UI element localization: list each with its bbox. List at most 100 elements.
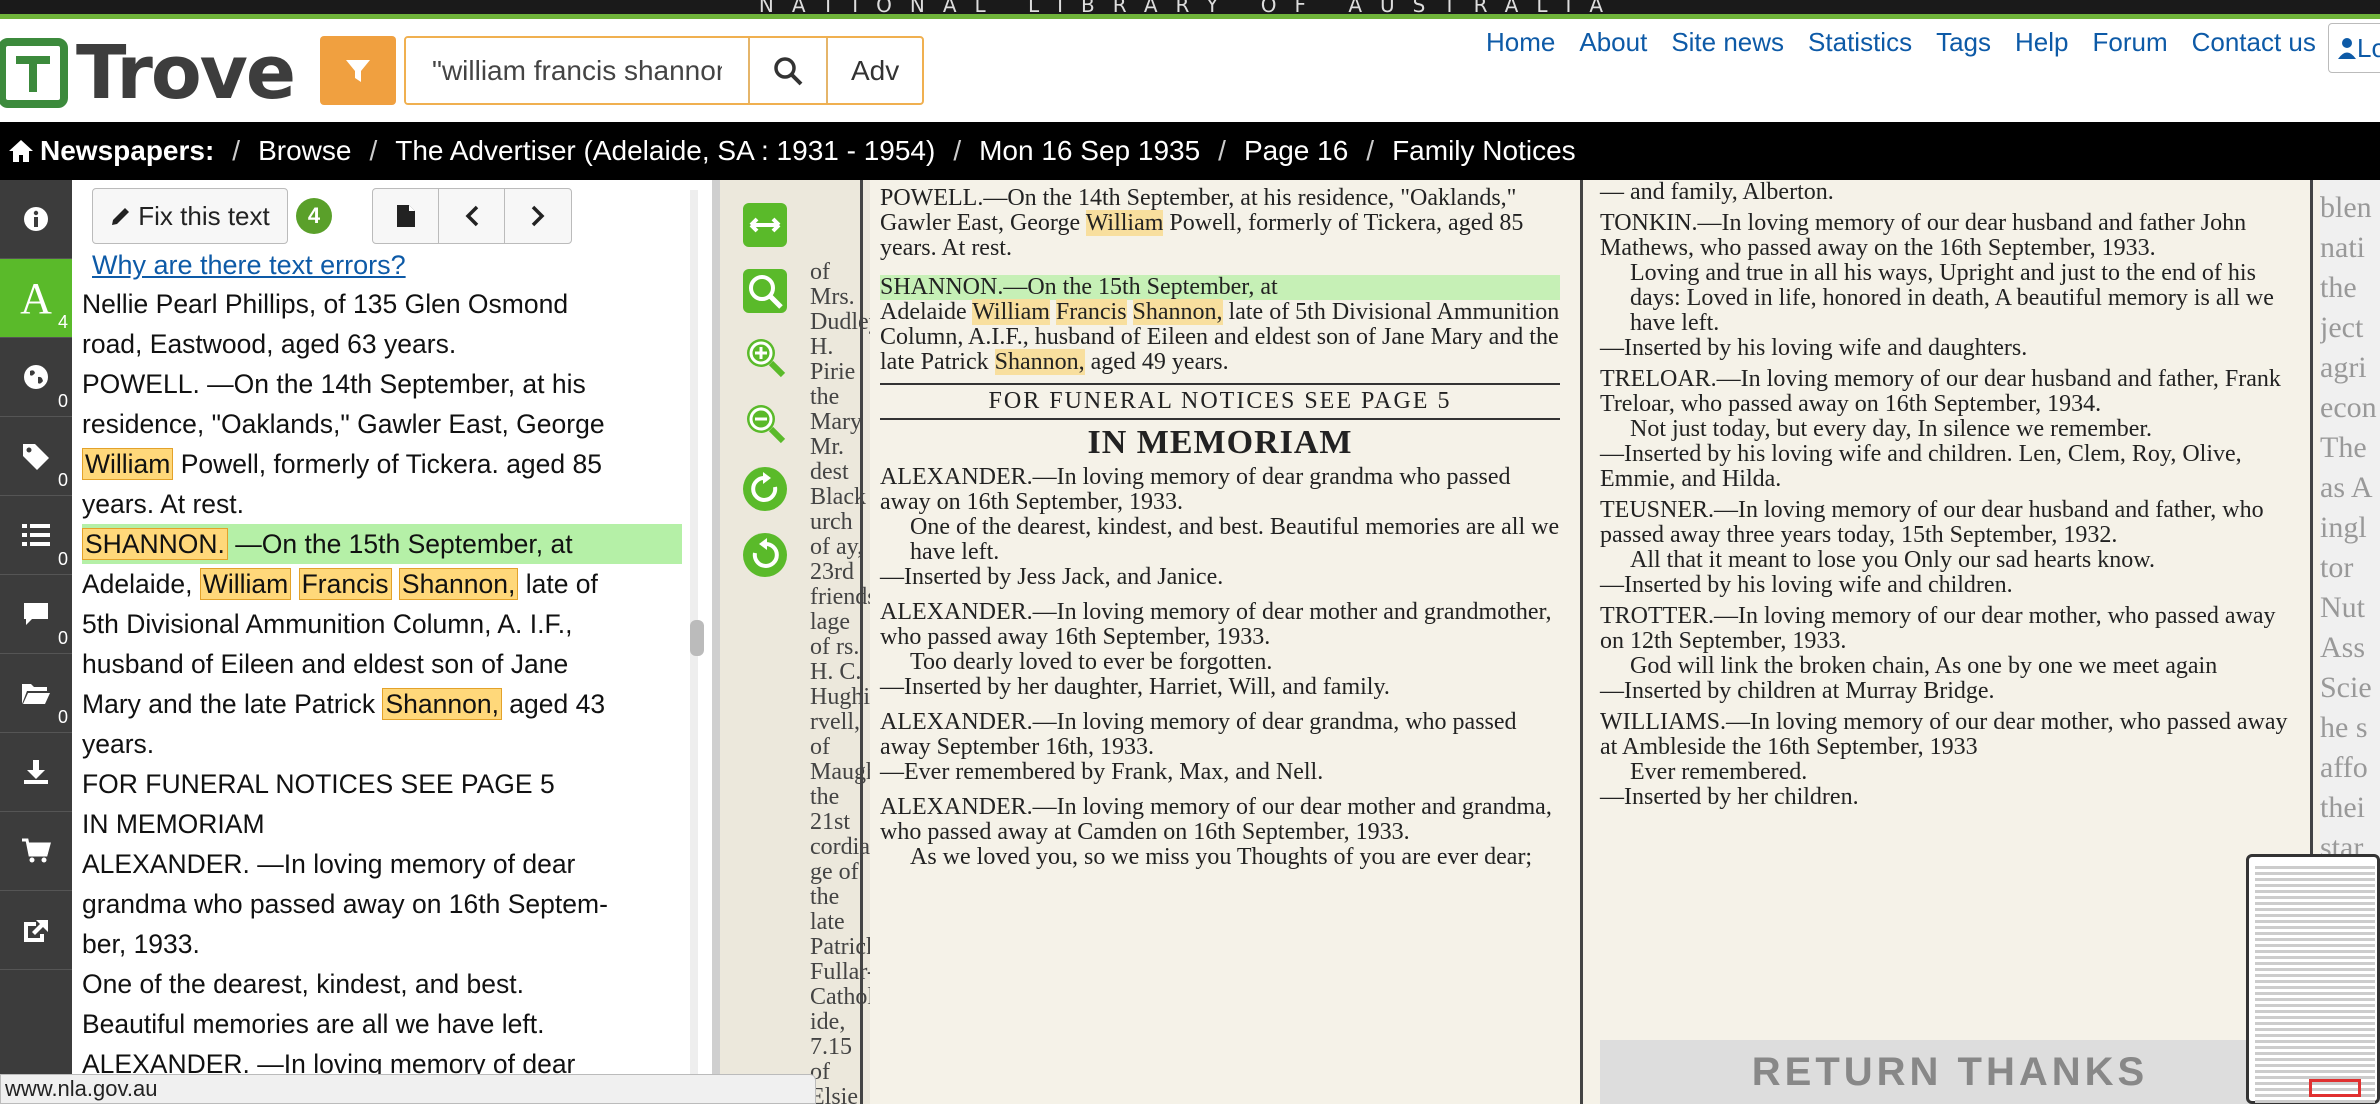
rotate-right-icon [743,467,787,511]
ocr-line: ALEXANDER. —In loving memory of dear [82,849,576,879]
rail-count: 4 [57,312,68,332]
search-input[interactable] [406,38,748,103]
rail-comments[interactable]: 0 [0,575,72,654]
rail-tags[interactable]: 0 [0,417,72,496]
rail-cart[interactable] [0,812,72,891]
rail-download[interactable] [0,733,72,812]
breadcrumb-article: Family Notices [1392,135,1576,166]
home-icon[interactable] [8,138,34,164]
previous-button[interactable] [439,189,505,243]
search-icon [774,56,803,85]
nav-about[interactable]: About [1579,27,1647,58]
rail-count: 0 [57,470,68,490]
newspaper-viewer[interactable]: of Mrs. Dudley, H. Pirie the Mary Mr. de… [720,180,2380,1104]
nav-help[interactable]: Help [2015,27,2068,58]
newspaper-text: Loving and true in all his ways, Upright… [1630,260,2274,336]
breadcrumb-page[interactable]: Page 16 [1244,135,1348,167]
globe-icon [24,365,48,389]
filter-icon [346,59,370,82]
rotate-left-icon [743,533,787,577]
document-button[interactable] [373,189,439,243]
newspaper-heading: IN MEMORIAM [1087,424,1353,461]
rail-count: 0 [57,391,68,411]
folder-icon [22,684,50,704]
newspaper-text: ALEXANDER.—In loving memory of dear gran… [880,464,1511,515]
text-tool-buttons [372,188,572,244]
ocr-line: One of the dearest, kindest, and best. [82,969,524,999]
rail-count: 0 [57,707,68,727]
newspaper-column-right: — and family, Alberton. TONKIN.—In lovin… [1590,180,2310,1104]
nav-contact-us[interactable]: Contact us [2192,27,2316,58]
nav-home[interactable]: Home [1486,27,1555,58]
fit-width-button[interactable] [740,200,790,250]
why-text-errors-link[interactable]: Why are there text errors? [92,250,406,281]
login-button[interactable]: Lo [2328,23,2380,73]
newspaper-text: As we loved you, so we miss you Thoughts… [910,844,1533,870]
download-icon [24,760,48,784]
banner-text: NATIONAL LIBRARY OF AUSTRALIA [758,0,1622,14]
fix-this-text-button[interactable]: Fix this text [92,188,288,244]
ocr-line: ber, 1933. [82,929,200,959]
rail-lists[interactable]: 0 [0,496,72,575]
panel-resize-handle[interactable] [712,180,720,1104]
breadcrumb-root[interactable]: Newspapers: [40,135,214,167]
zoom-out-button[interactable] [740,398,790,448]
trove-logo[interactable]: Trove [0,30,296,116]
ocr-line: years. At rest. [82,489,245,519]
rail-info[interactable] [0,180,72,259]
newspaper-subhead: FOR FUNERAL NOTICES SEE PAGE 5 [880,383,1560,420]
text-icon: A [20,273,52,323]
tag-icon [23,444,49,470]
search-button[interactable] [748,38,826,103]
zoom-fit-button[interactable] [740,266,790,316]
newspaper-text-segment: aged 49 years. [1084,349,1229,375]
cart-icon [22,838,51,863]
ocr-line: Mary and the late Patrick Shannon, aged … [82,684,682,724]
newspaper-text: Not just today, but every day, In silenc… [1630,416,2153,442]
rotate-left-button[interactable] [740,530,790,580]
fit-width-icon [743,203,787,247]
ocr-line: grandma who passed away on 16th Septem- [82,889,608,919]
ocr-line-selected[interactable]: SHANNON. —On the 15th September, at [82,524,682,564]
rail-lists-global[interactable]: 0 [0,338,72,417]
newspaper-highlight: William [1085,210,1164,236]
fix-label: Fix this text [138,200,270,231]
advanced-search-button[interactable]: Adv [826,38,922,103]
filter-button[interactable] [320,36,396,105]
breadcrumb-browse[interactable]: Browse [258,135,351,167]
newspaper-text: ALEXANDER.—In loving memory of dear moth… [880,599,1552,650]
next-button[interactable] [505,189,571,243]
nav-site-news[interactable]: Site news [1671,27,1784,58]
ocr-text-panel: Fix this text 4 Why are there text error… [72,180,712,1104]
newspaper-highlight: Shannon, [1132,299,1223,325]
tool-rail: A 4 0 0 0 0 0 [0,180,72,1104]
text-scroll-thumb[interactable] [690,620,704,656]
zoom-out-icon [747,405,786,444]
viewport-indicator[interactable] [2309,1079,2361,1097]
breadcrumb-title[interactable]: The Advertiser (Adelaide, SA : 1931 - 19… [395,135,935,167]
nav-tags[interactable]: Tags [1936,27,1991,58]
newspaper-text: TRELOAR.—In loving memory of our dear hu… [1600,366,2281,417]
newspaper-text: All that it meant to lose you Only our s… [1630,547,2156,573]
newspaper-text: —Inserted by her children. [1600,784,1859,810]
search-highlight: Shannon, [382,688,502,720]
chevron-right-icon [531,205,545,227]
nav-statistics[interactable]: Statistics [1808,27,1912,58]
page-thumbnail-image [2255,863,2375,1103]
ocr-line: road, Eastwood, aged 63 years. [82,329,457,359]
rail-count: 0 [57,549,68,569]
user-icon [2338,38,2356,59]
zoom-in-button[interactable] [740,332,790,382]
newspaper-text: —Inserted by his loving wife and childre… [1600,572,2013,598]
rotate-right-button[interactable] [740,464,790,514]
viewer-tools [740,200,790,596]
nav-forum[interactable]: Forum [2092,27,2167,58]
ocr-text-segment: Adelaide, [82,569,200,599]
zoom-in-icon [747,339,786,378]
rail-text[interactable]: A 4 [0,259,72,338]
page-thumbnail-navigator[interactable] [2246,854,2380,1104]
newspaper-text: ALEXANDER.—In loving memory of our dear … [880,794,1552,845]
rail-share[interactable] [0,891,72,970]
rail-folders[interactable]: 0 [0,654,72,733]
breadcrumb-date[interactable]: Mon 16 Sep 1935 [979,135,1200,167]
